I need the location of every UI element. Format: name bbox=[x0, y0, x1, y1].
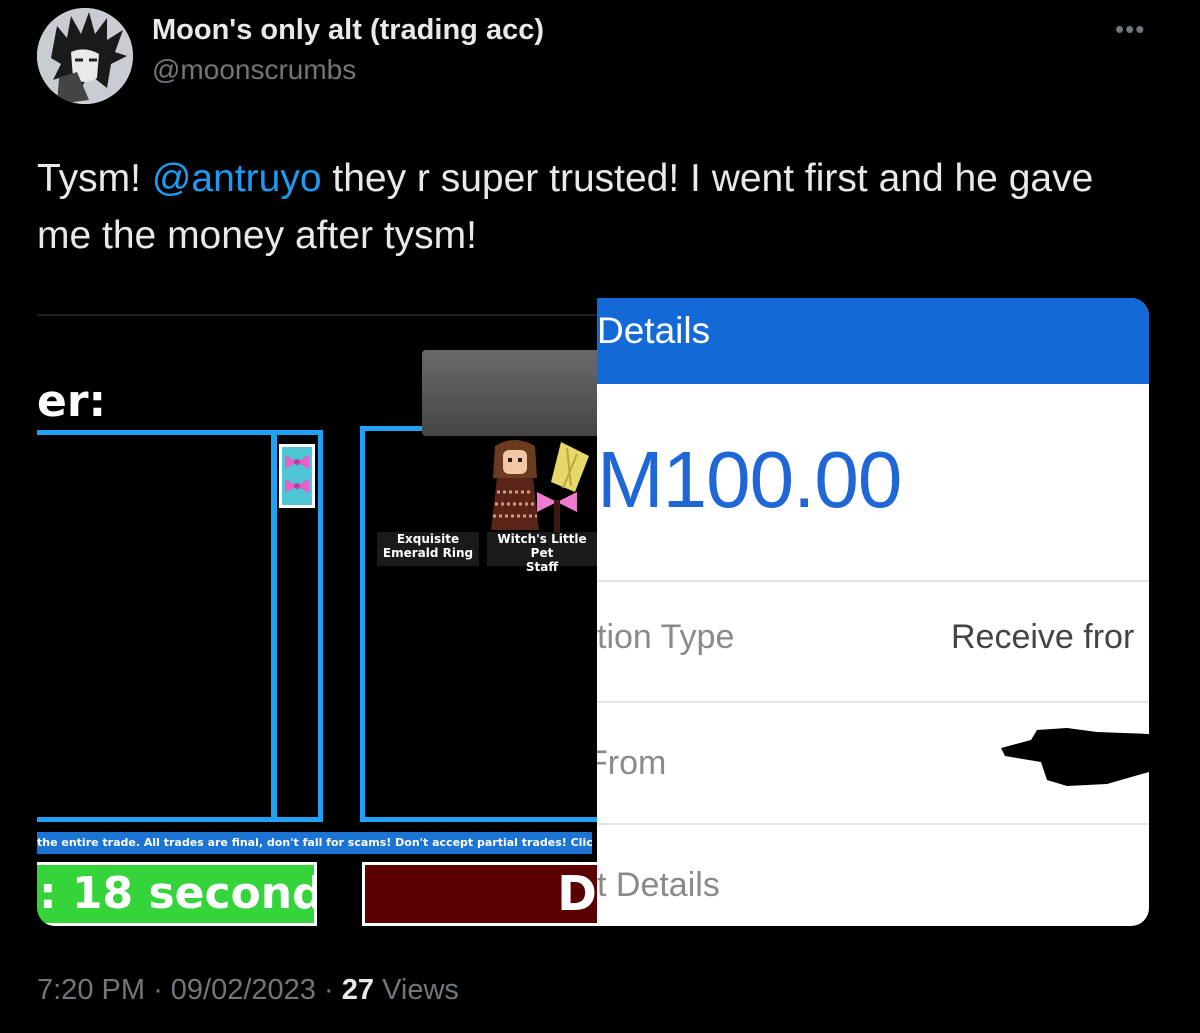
divider bbox=[597, 701, 1149, 703]
item-name-line1: Exquisite bbox=[396, 532, 460, 546]
item-card[interactable]: Witch's Little Pet Staff bbox=[487, 532, 597, 574]
payment-header-title: Details bbox=[597, 310, 711, 351]
divider bbox=[597, 580, 1149, 582]
mention-link[interactable]: @antruyo bbox=[152, 157, 322, 200]
offer-label: er: bbox=[37, 376, 107, 427]
payment-amount: M100.00 bbox=[597, 435, 902, 524]
decline-button[interactable]: D bbox=[362, 862, 597, 926]
payment-header: Details bbox=[597, 298, 1149, 384]
avatar-image bbox=[37, 8, 133, 104]
bow-item-icon bbox=[279, 444, 315, 508]
divider bbox=[37, 314, 597, 316]
item-card[interactable]: Exquisite Emerald Ring bbox=[377, 532, 479, 566]
user-handle[interactable]: @moonscrumbs bbox=[152, 54, 356, 86]
views-label: Views bbox=[382, 974, 459, 1006]
trade-timer: : 18 seconds bbox=[37, 862, 317, 926]
from-label: From bbox=[597, 744, 667, 782]
game-trade-screenshot: er: Exquisite Emerald Ring Witch's Littl… bbox=[37, 298, 597, 926]
tweet-date[interactable]: 09/02/2023 bbox=[171, 974, 316, 1006]
divider bbox=[597, 823, 1149, 825]
item-name-line1: Witch's Little Pet bbox=[497, 532, 587, 560]
tweet-text-start: Tysm! bbox=[37, 157, 152, 200]
payment-details-label: t Details bbox=[597, 866, 720, 904]
tweet-media[interactable]: er: Exquisite Emerald Ring Witch's Littl… bbox=[37, 298, 1149, 926]
transaction-type-label: tion Type bbox=[597, 618, 735, 656]
redacted-name bbox=[997, 722, 1149, 792]
trade-window-overlay bbox=[422, 350, 597, 436]
more-icon[interactable]: ••• bbox=[1115, 14, 1145, 45]
tweet-time[interactable]: 7:20 PM bbox=[37, 974, 145, 1006]
item-name-line2: Emerald Ring bbox=[382, 546, 474, 560]
item-name-line2: Staff bbox=[525, 560, 559, 574]
trade-warning-banner[interactable]: the entire trade. All trades are final, … bbox=[37, 832, 592, 854]
display-name[interactable]: Moon's only alt (trading acc) bbox=[152, 14, 544, 47]
views-count: 27 bbox=[341, 974, 375, 1006]
tweet-metadata: 7:20 PM · 09/02/2023 · 27 Views bbox=[37, 974, 459, 1007]
tweet-text: Tysm! @antruyo they r super trusted! I w… bbox=[37, 150, 1147, 264]
transaction-type-value: Receive fror bbox=[951, 618, 1135, 656]
separator: · bbox=[153, 974, 163, 1006]
avatar[interactable] bbox=[37, 8, 133, 104]
offer-panel-left bbox=[37, 430, 277, 822]
witch-staff-icon bbox=[531, 438, 597, 532]
separator: · bbox=[324, 974, 334, 1006]
payment-details-screenshot: Details M100.00 tion Type Receive fror F… bbox=[597, 298, 1149, 926]
